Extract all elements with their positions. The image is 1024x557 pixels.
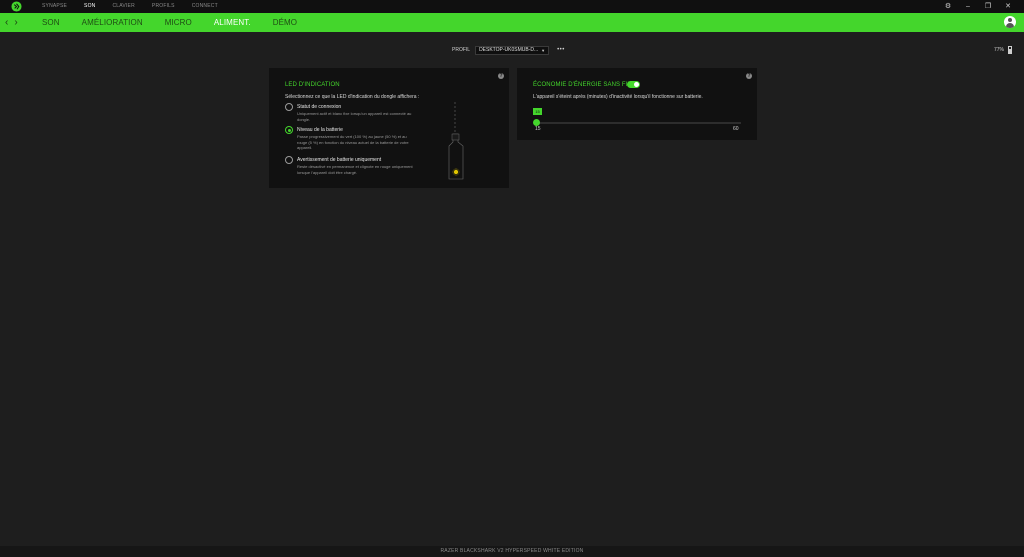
topnav-synapse[interactable]: SYNAPSE — [42, 0, 67, 13]
option-subtitle: Uniquement actif et blanc fixe lorsqu'un… — [297, 111, 412, 122]
option-title: Avertissement de batterie uniquement — [297, 157, 382, 163]
option-subtitle: Passe progressivement du vert (100 %) au… — [297, 134, 409, 150]
tab-bar: SON AMÉLIORATION MICRO ALIMENT. DÉMO — [42, 13, 319, 32]
device-name-footer: RAZER BLACKSHARK V2 HYPERSPEED WHITE EDI… — [0, 546, 1024, 557]
option-title: Niveau de la batterie — [297, 127, 343, 133]
profile-label: PROFIL — [452, 47, 471, 53]
topnav-clavier[interactable]: CLAVIER — [112, 0, 134, 13]
profile-row: PROFIL DESKTOP-UK0SMUB-D... ▼ ••• — [452, 45, 565, 55]
slider-max-label: 60 — [733, 126, 739, 132]
tab-micro[interactable]: MICRO — [165, 13, 192, 32]
battery-icon — [1008, 46, 1012, 54]
battery-indicator: 77% — [994, 46, 1012, 54]
battery-percentage: 77% — [993, 47, 1004, 53]
section-navbar: ‹ › SON AMÉLIORATION MICRO ALIMENT. DÉMO — [0, 13, 1024, 32]
slider-thumb[interactable] — [533, 119, 540, 126]
close-icon[interactable]: ✕ — [998, 0, 1018, 13]
inactivity-slider[interactable] — [533, 119, 741, 126]
title-bar: SYNAPSE SON CLAVIER PROFILS CONNECT ⚙ – … — [0, 0, 1024, 13]
chevron-down-icon: ▼ — [541, 47, 546, 53]
topnav-connect[interactable]: CONNECT — [192, 0, 218, 13]
forward-arrow-icon[interactable]: › — [14, 13, 17, 32]
slider-value-badge: 15 — [533, 108, 542, 115]
profile-more-button[interactable]: ••• — [557, 47, 565, 53]
profile-dropdown[interactable]: DESKTOP-UK0SMUB-D... ▼ — [475, 45, 550, 55]
top-navigation: SYNAPSE SON CLAVIER PROFILS CONNECT — [42, 0, 235, 13]
profile-dropdown-value: DESKTOP-UK0SMUB-D... — [479, 46, 539, 53]
tab-son[interactable]: SON — [42, 13, 60, 32]
back-arrow-icon[interactable]: ‹ — [5, 13, 8, 32]
led-panel-description: Sélectionnez ce que la LED d'indication … — [285, 94, 420, 100]
info-icon[interactable]: ? — [498, 73, 504, 79]
power-saving-toggle[interactable] — [627, 81, 640, 88]
info-icon[interactable]: ? — [746, 73, 752, 79]
tab-amelioration[interactable]: AMÉLIORATION — [82, 13, 143, 32]
led-panel-title: LED D'INDICATION — [285, 82, 340, 88]
restore-icon[interactable]: ❐ — [978, 0, 998, 13]
radio-battery-level[interactable] — [285, 126, 293, 134]
tab-demo[interactable]: DÉMO — [273, 13, 297, 32]
radio-connection-status[interactable] — [285, 103, 293, 111]
led-indication-panel: ? LED D'INDICATION Sélectionnez ce que l… — [269, 68, 509, 188]
tab-aliment[interactable]: ALIMENT. — [214, 13, 251, 32]
dongle-illustration-icon — [448, 102, 464, 180]
avatar-body-icon — [1006, 23, 1014, 28]
wireless-power-saving-panel: ? ÉCONOMIE D'ÉNERGIE SANS FIL L'appareil… — [517, 68, 757, 140]
minimize-icon[interactable]: – — [958, 0, 978, 13]
razer-logo-icon — [11, 1, 22, 12]
settings-gear-icon[interactable]: ⚙ — [938, 0, 958, 13]
option-subtitle: Reste désactivé en permanence et clignot… — [297, 164, 413, 175]
history-arrows: ‹ › — [5, 13, 18, 32]
slider-min-label: 15 — [535, 126, 541, 132]
power-panel-title: ÉCONOMIE D'ÉNERGIE SANS FIL — [533, 82, 631, 88]
power-panel-description: L'appareil s'éteint après (minutes) d'in… — [533, 94, 703, 100]
option-title: Statut de connexion — [297, 104, 342, 110]
radio-battery-warning[interactable] — [285, 156, 293, 164]
user-avatar[interactable] — [1004, 16, 1016, 28]
window-controls: ⚙ – ❐ ✕ — [938, 0, 1018, 13]
topnav-profils[interactable]: PROFILS — [152, 0, 175, 13]
avatar-head-icon — [1008, 18, 1012, 22]
topnav-son[interactable]: SON — [84, 0, 95, 13]
